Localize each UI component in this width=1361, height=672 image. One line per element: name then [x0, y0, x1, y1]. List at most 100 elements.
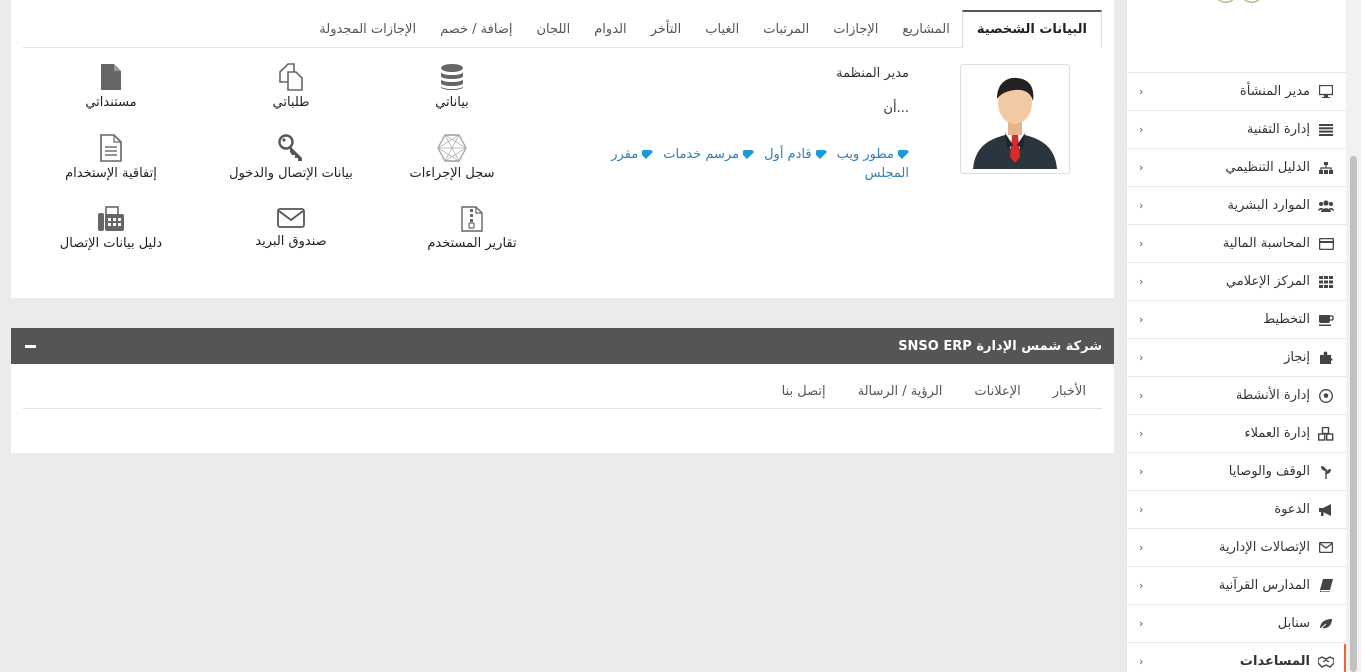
chevron-right-icon: ›	[1139, 655, 1144, 668]
tab-scheduled-leaves[interactable]: الإجازات المجدولة	[307, 10, 428, 48]
scrollbar[interactable]	[1346, 0, 1361, 672]
user-reports-link[interactable]: تقارير المستخدم	[402, 206, 542, 251]
chevron-right-icon: ›	[1139, 123, 1144, 136]
leaf-icon	[1318, 616, 1334, 632]
puzzle-icon	[1318, 350, 1334, 366]
scrollbar-thumb[interactable]	[1350, 156, 1357, 672]
sidebar-item-accounting[interactable]: المحاسبة المالية ›	[1127, 225, 1346, 263]
tab-committees[interactable]: اللجان	[524, 10, 582, 48]
envelope-icon	[1318, 540, 1334, 556]
tag-label: مقرر	[611, 147, 639, 162]
sidebar-item-achievement[interactable]: إنجاز ›	[1127, 339, 1346, 377]
sidebar-item-aid[interactable]: المساعدات ›	[1127, 643, 1346, 672]
sidebar-item-label: المدارس القرآنية	[1218, 578, 1310, 593]
handshake-icon	[1318, 654, 1334, 670]
user-role: مدير المنظمة	[836, 66, 909, 81]
tag-item[interactable]: مرسم خدمات	[663, 147, 755, 162]
procedures-log-link[interactable]: سجل الإجراءات	[382, 134, 522, 181]
tag-icon	[898, 150, 909, 159]
employment-agreement-link[interactable]: إتفاقية الإستخدام	[41, 134, 181, 181]
tab-add-deduct[interactable]: إضافة / خصم	[428, 10, 524, 48]
tab-leaves[interactable]: الإجازات	[821, 10, 890, 48]
tag-label: مطور ويب	[836, 147, 894, 162]
sidebar-item-sanabel[interactable]: سنابل ›	[1127, 605, 1346, 643]
sidebar-item-label: الموارد البشرية	[1227, 198, 1310, 213]
plant-icon	[1318, 464, 1334, 480]
collapse-button[interactable]	[23, 339, 37, 353]
grid-icon	[1318, 274, 1334, 290]
company-title: شركة شمس الإدارة SNSO ERP	[898, 338, 1102, 354]
person-avatar-icon	[973, 77, 1057, 169]
sidebar-item-admin-communications[interactable]: الإتصالات الإدارية ›	[1127, 529, 1346, 567]
contact-directory-link[interactable]: دليل بيانات الإتصال	[41, 206, 181, 251]
tag-item[interactable]: مقرر	[611, 147, 654, 162]
sitemap-icon	[1318, 160, 1334, 176]
sidebar-item-label: إنجاز	[1284, 350, 1310, 365]
chevron-right-icon: ›	[1139, 237, 1144, 250]
sidebar-item-label: الدعوة	[1274, 502, 1310, 517]
tag-label: المجلس	[864, 166, 909, 181]
sidebar-item-endowment[interactable]: الوقف والوصايا ›	[1127, 453, 1346, 491]
sidebar-item-activities[interactable]: إدارة الأنشطة ›	[1127, 377, 1346, 415]
profile-tabs: البيانات الشخصية المشاريع الإجازات المرت…	[23, 10, 1102, 48]
my-documents-link[interactable]: مستنداتي	[41, 63, 181, 110]
sidebar: مدير المنشأة › إدارة التقنية › الدليل ال…	[1126, 0, 1346, 672]
logo-area	[1127, 0, 1346, 73]
sidebar-item-planning[interactable]: التخطيط ›	[1127, 301, 1346, 339]
coffee-icon	[1318, 312, 1334, 328]
user-name: أن...	[883, 101, 909, 116]
company-header: شركة شمس الإدارة SNSO ERP	[11, 328, 1114, 364]
tab-contact-us[interactable]: إتصل بنا	[766, 384, 842, 399]
tag-item[interactable]: مطور ويب	[837, 147, 909, 162]
chevron-right-icon: ›	[1139, 427, 1144, 440]
tab-vision-mission[interactable]: الرؤية / الرسالة	[842, 384, 959, 399]
chevron-right-icon: ›	[1139, 617, 1144, 630]
my-data-link[interactable]: بياناتي	[382, 63, 522, 110]
sidebar-item-quran-schools[interactable]: المدارس القرآنية ›	[1127, 567, 1346, 605]
login-data-link[interactable]: بيانات الإتصال والدخول	[211, 134, 371, 181]
sidebar-item-hr[interactable]: الموارد البشرية ›	[1127, 187, 1346, 225]
file-zip-icon	[461, 206, 483, 232]
sidebar-item-media-center[interactable]: المركز الإعلامي ›	[1127, 263, 1346, 301]
chevron-right-icon: ›	[1139, 313, 1144, 326]
cubes-icon	[1318, 426, 1334, 442]
list-icon	[1318, 122, 1334, 138]
procedures-log-label: سجل الإجراءات	[409, 166, 495, 181]
sidebar-item-label: الوقف والوصايا	[1228, 464, 1310, 479]
employment-agreement-label: إتفاقية الإستخدام	[65, 166, 157, 181]
sidebar-item-label: المركز الإعلامي	[1225, 274, 1310, 289]
sidebar-item-label: مدير المنشأة	[1239, 84, 1310, 99]
tag-item[interactable]: قادم أول	[764, 147, 827, 162]
my-requests-label: طلباتي	[272, 95, 310, 110]
mailbox-link[interactable]: صندوق البريد	[221, 206, 361, 249]
envelope-icon	[277, 208, 305, 228]
logo-icon	[1211, 0, 1281, 11]
tag-icon	[815, 150, 827, 159]
tab-salaries[interactable]: المرتبات	[751, 10, 821, 48]
tab-personal-data[interactable]: البيانات الشخصية	[961, 10, 1102, 48]
tag-icon	[642, 150, 654, 159]
sidebar-item-dawah[interactable]: الدعوة ›	[1127, 491, 1346, 529]
tag-item[interactable]: المجلس	[865, 166, 909, 181]
user-tags: مطور ويب قادم أول مرسم خدمات مقرر المجلس	[579, 147, 909, 181]
my-requests-link[interactable]: طلباتي	[221, 63, 361, 110]
company-tabs: الأخبار الإعلانات الرؤية / الرسالة إتصل …	[23, 374, 1102, 409]
chevron-right-icon: ›	[1139, 389, 1144, 402]
key-icon	[278, 134, 302, 161]
tab-absence[interactable]: الغياب	[693, 10, 751, 48]
sidebar-item-label: إدارة التقنية	[1246, 122, 1310, 137]
sidebar-item-label: إدارة الأنشطة	[1235, 388, 1310, 403]
megaphone-icon	[1318, 502, 1334, 518]
sidebar-item-facility-manager[interactable]: مدير المنشأة ›	[1127, 73, 1346, 111]
sidebar-item-clients[interactable]: إدارة العملاء ›	[1127, 415, 1346, 453]
users-icon	[1318, 198, 1334, 214]
tab-lateness[interactable]: التأخر	[639, 10, 694, 48]
sidebar-item-tech-management[interactable]: إدارة التقنية ›	[1127, 111, 1346, 149]
tab-news[interactable]: الأخبار	[1037, 384, 1102, 399]
contact-directory-label: دليل بيانات الإتصال	[59, 236, 163, 251]
tab-announcements[interactable]: الإعلانات	[958, 384, 1036, 399]
mailbox-label: صندوق البريد	[255, 234, 327, 249]
sidebar-item-org-guide[interactable]: الدليل التنظيمي ›	[1127, 149, 1346, 187]
tab-projects[interactable]: المشاريع	[890, 10, 961, 48]
tab-attendance[interactable]: الدوام	[582, 10, 638, 48]
